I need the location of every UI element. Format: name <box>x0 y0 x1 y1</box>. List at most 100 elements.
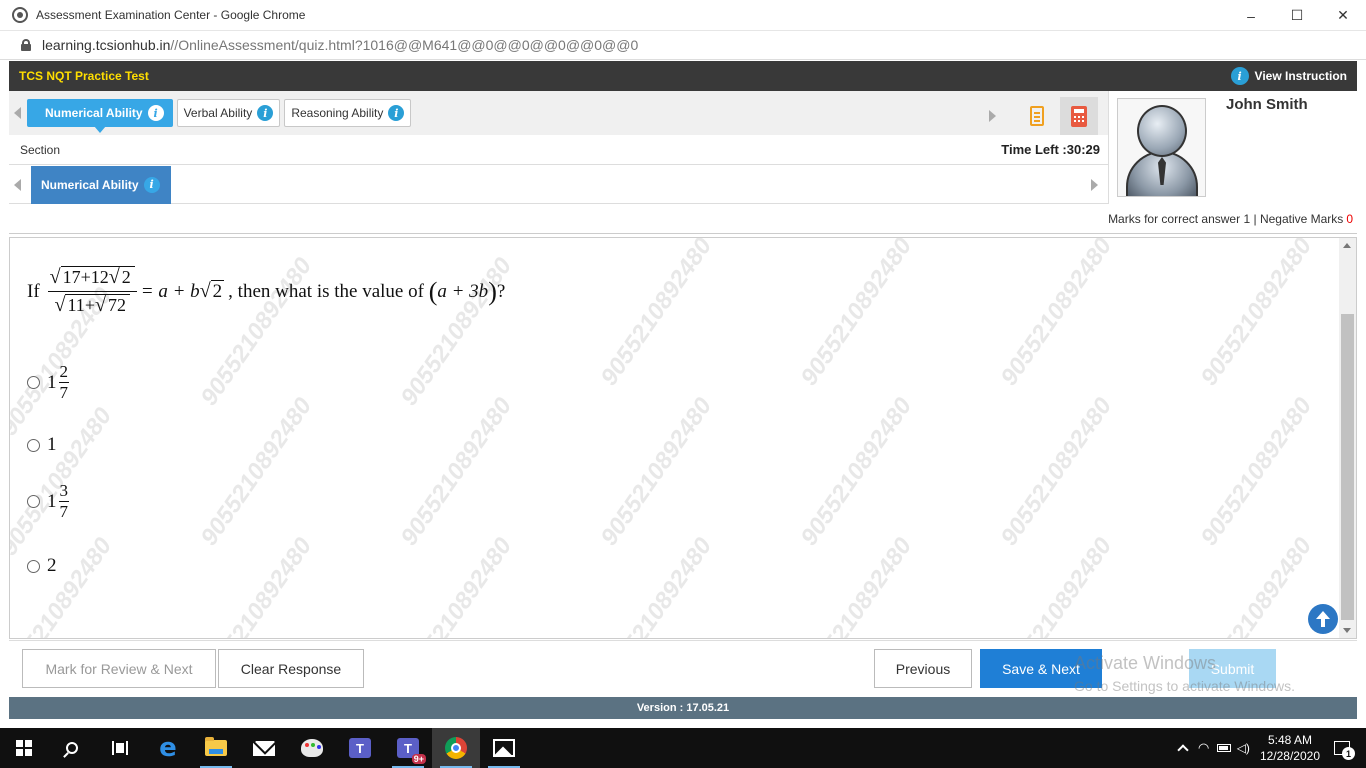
paint-icon <box>301 739 323 757</box>
candidate-profile: John Smith <box>1108 91 1357 204</box>
battery-icon[interactable] <box>1216 744 1231 752</box>
maximize-button[interactable]: ☐ <box>1274 0 1320 31</box>
scroll-up-icon[interactable] <box>1343 243 1351 248</box>
url-text[interactable]: learning.tcsionhub.in//OnlineAssessment/… <box>42 37 638 53</box>
question-target: a + 3b <box>437 280 489 302</box>
option-2[interactable]: 1 <box>27 434 57 456</box>
edge-icon: e <box>159 733 177 763</box>
watermark: 9055210892480 <box>195 392 318 551</box>
app-icon <box>12 7 28 23</box>
task-view-icon <box>112 741 128 755</box>
option-radio[interactable] <box>27 495 40 508</box>
photos-button[interactable] <box>480 728 528 768</box>
watermark: 9055210892480 <box>795 392 918 551</box>
marks-info: Marks for correct answer 1 | Negative Ma… <box>9 204 1357 234</box>
test-header: TCS NQT Practice Test i View Instruction <box>9 61 1357 91</box>
option-denominator: 7 <box>59 383 69 402</box>
teams-button[interactable]: T <box>336 728 384 768</box>
scroll-top-icon[interactable] <box>1308 604 1338 634</box>
tab-reasoning-ability[interactable]: Reasoning Ability i <box>284 99 412 127</box>
mark-for-review-button[interactable]: Mark for Review & Next <box>22 649 216 688</box>
scroll-down-icon[interactable] <box>1343 628 1351 633</box>
tab-verbal-ability[interactable]: Verbal Ability i <box>176 99 281 127</box>
clear-response-button[interactable]: Clear Response <box>218 649 364 688</box>
section-tab-bar: Numerical Ability i Verbal Ability i Rea… <box>9 91 1108 135</box>
subsection-tab-numerical-ability[interactable]: Numerical Ability i <box>31 165 171 204</box>
notepad-icon <box>1030 106 1044 126</box>
marks-separator: | <box>1253 211 1257 226</box>
previous-button[interactable]: Previous <box>874 649 972 688</box>
question-panel: 9055210892480 9055210892480 905521089248… <box>9 237 1357 639</box>
clock[interactable]: 5:48 AM 12/28/2020 <box>1260 732 1320 764</box>
option-radio[interactable] <box>27 559 40 573</box>
option-4[interactable]: 2 <box>27 555 57 577</box>
start-button[interactable] <box>0 728 48 768</box>
show-hidden-icons-icon[interactable] <box>1176 744 1189 756</box>
tabs-scroll-left-icon[interactable] <box>14 107 21 119</box>
calculator-button[interactable] <box>1060 97 1098 135</box>
negative-marks-value: 0 <box>1346 211 1353 226</box>
save-next-button[interactable]: Save & Next <box>980 649 1102 688</box>
view-instruction-link[interactable]: i View Instruction <box>1230 67 1347 85</box>
clock-date: 12/28/2020 <box>1259 749 1320 763</box>
subsection-scroll-left-icon[interactable] <box>14 178 21 191</box>
tool-buttons <box>989 97 1098 135</box>
info-icon[interactable]: i <box>257 105 274 121</box>
view-instruction-label: View Instruction <box>1254 69 1347 83</box>
tabs-scroll-right-icon[interactable] <box>989 110 996 122</box>
chrome-button[interactable] <box>432 728 480 768</box>
teams-notify-button[interactable]: T 9+ <box>384 728 432 768</box>
question-text: If √ 17+12√ 2 √ 11+√ 72 = a + b √ 2 , then wh… <box>27 266 506 316</box>
teams-icon: T <box>349 738 371 758</box>
option-radio[interactable] <box>27 376 40 389</box>
chrome-icon <box>445 737 467 759</box>
calculator-icon <box>1071 105 1087 127</box>
close-button[interactable]: ✕ <box>1320 0 1366 31</box>
option-radio[interactable] <box>27 438 40 452</box>
volume-icon[interactable]: ◁) <box>1237 741 1250 755</box>
watermark: 9055210892480 <box>595 237 718 391</box>
subsection-scroll-right-icon[interactable] <box>1091 178 1098 191</box>
tab-label: Numerical Ability <box>45 106 143 120</box>
photos-icon <box>493 739 515 757</box>
tab-label: Verbal Ability <box>183 106 253 120</box>
watermark: 9055210892480 <box>995 392 1118 551</box>
search-icon <box>66 742 78 754</box>
info-icon[interactable]: i <box>143 176 160 193</box>
option-1[interactable]: 1 27 <box>27 362 69 403</box>
option-3[interactable]: 1 37 <box>27 481 69 522</box>
info-icon[interactable]: i <box>388 105 405 121</box>
info-icon[interactable]: i <box>147 105 164 121</box>
network-icon[interactable]: ◜◝ <box>1199 740 1209 756</box>
address-bar[interactable]: learning.tcsionhub.in//OnlineAssessment/… <box>0 31 1366 60</box>
notepad-button[interactable] <box>1018 97 1056 135</box>
correct-marks-value: 1 <box>1243 211 1251 226</box>
search-button[interactable] <box>48 728 96 768</box>
window-controls: – ☐ ✕ <box>1228 0 1366 31</box>
tab-numerical-ability[interactable]: Numerical Ability i <box>27 99 173 133</box>
option-value: 1 37 <box>47 481 69 522</box>
option-numerator: 2 <box>58 362 69 383</box>
file-explorer-button[interactable] <box>192 728 240 768</box>
file-explorer-icon <box>205 737 227 756</box>
option-value: 1 27 <box>47 362 69 403</box>
watermark: 9055210892480 <box>195 532 318 639</box>
mail-button[interactable] <box>240 728 288 768</box>
option-denominator: 7 <box>59 502 69 521</box>
notification-center-icon[interactable]: 1 <box>1334 741 1355 760</box>
minimize-button[interactable]: – <box>1228 0 1274 31</box>
version-text: Version : 17.05.21 <box>636 702 730 714</box>
edge-button[interactable]: e <box>144 728 192 768</box>
subsection-bar: Numerical Ability i <box>9 165 1108 204</box>
submit-button[interactable]: Submit <box>1189 649 1276 688</box>
lock-icon[interactable] <box>21 39 31 51</box>
version-bar: Version : 17.05.21 <box>9 697 1357 719</box>
scroll-thumb[interactable] <box>1341 314 1354 620</box>
question-scrollbar[interactable] <box>1339 238 1356 638</box>
system-tray: ◜◝ ◁) 5:48 AM 12/28/2020 1 <box>1176 728 1366 768</box>
paint-button[interactable] <box>288 728 336 768</box>
task-view-button[interactable] <box>96 728 144 768</box>
windows-taskbar: e T T 9+ ◜◝ ◁) 5:48 AM 12/28/2020 1 <box>0 728 1366 768</box>
question-equals: = a + b <box>140 280 200 302</box>
subsection-label: Numerical Ability <box>41 177 139 192</box>
